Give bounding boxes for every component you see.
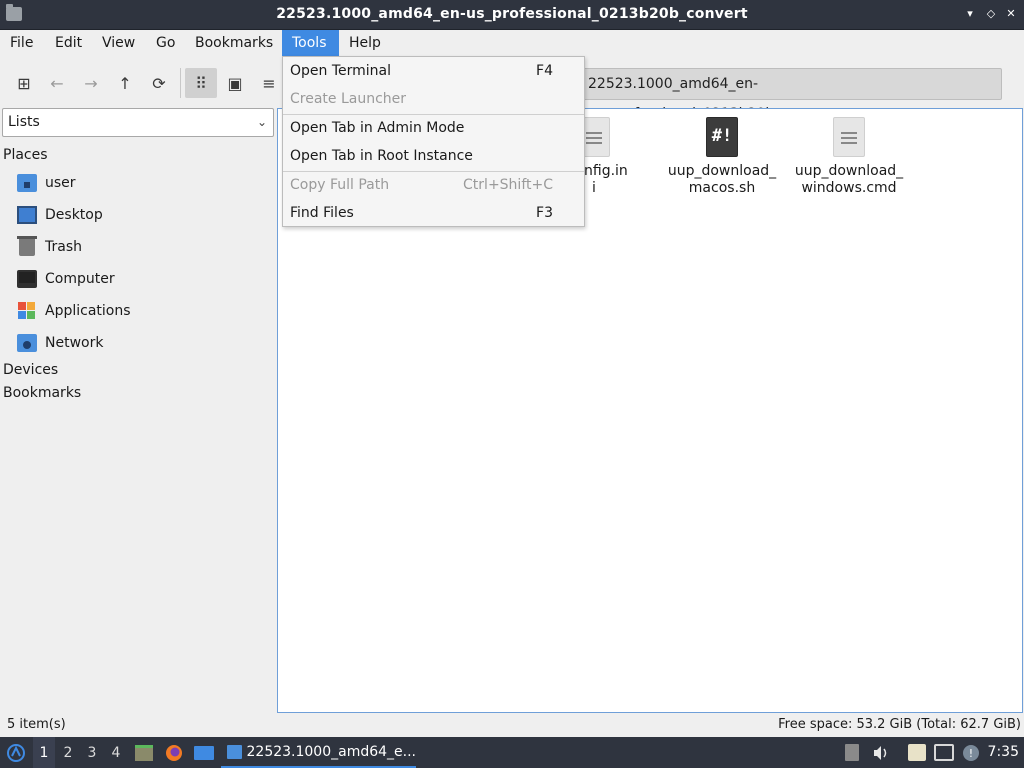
eject-icon[interactable] (845, 744, 859, 761)
side-pane-mode-label: Lists (8, 114, 40, 130)
file-manager-launcher-icon[interactable] (132, 737, 156, 768)
sidebar-item-applications[interactable]: Applications (17, 299, 131, 323)
reload-icon[interactable]: ⟳ (143, 68, 175, 98)
folder-icon (227, 744, 242, 759)
new-tab-icon[interactable]: ⊞ (8, 68, 40, 98)
sidebar-item-desktop[interactable]: Desktop (17, 203, 103, 227)
menu-bookmarks[interactable]: Bookmarks (185, 30, 283, 56)
sidebar-item-label: Desktop (45, 207, 103, 223)
menu-edit[interactable]: Edit (45, 30, 92, 56)
text-file-icon (833, 117, 865, 157)
file-name-line1: uup_download_ (667, 163, 777, 179)
computer-icon (17, 270, 37, 288)
menu-go[interactable]: Go (146, 30, 185, 56)
sidebar-item-label: Trash (45, 239, 82, 255)
menu-item-label: Open Tab in Admin Mode (290, 120, 465, 136)
sidebar-item-label: Applications (45, 303, 131, 319)
free-space: Free space: 53.2 GiB (Total: 62.7 GiB) (778, 717, 1021, 732)
list-view-icon[interactable]: ≡ (253, 68, 285, 98)
menu-item-accel: F4 (536, 63, 553, 79)
sidebar-item-label: user (45, 175, 76, 191)
clipboard-icon[interactable] (908, 744, 926, 761)
sidebar-item-network[interactable]: Network (17, 331, 103, 355)
maximize-button[interactable]: ◇ (983, 6, 999, 22)
menu-item-open-tab-admin[interactable]: Open Tab in Admin Mode (283, 114, 584, 142)
notification-icon[interactable]: ! (960, 737, 982, 768)
network-icon (17, 334, 37, 352)
close-button[interactable]: ✕ (1003, 6, 1019, 22)
menu-item-copy-full-path[interactable]: Copy Full Path Ctrl+Shift+C (283, 171, 584, 199)
bookmarks-header[interactable]: Bookmarks (3, 385, 81, 401)
sidebar-item-label: Network (45, 335, 104, 351)
menu-item-find-files[interactable]: Find Files F3 (283, 199, 584, 227)
file-name-line2: macos.sh (688, 180, 756, 196)
file-item[interactable]: #! uup_download_ macos.sh (662, 117, 782, 197)
menu-item-label: Create Launcher (290, 91, 407, 107)
tools-menu: Open Terminal F4 Create Launcher Open Ta… (282, 56, 585, 227)
menu-view[interactable]: View (92, 30, 145, 56)
menu-item-label: Copy Full Path (290, 177, 390, 193)
places-header[interactable]: Places (3, 147, 48, 163)
sidebar-item-label: Computer (45, 271, 115, 287)
forward-icon[interactable]: → (75, 68, 107, 98)
toolbar-separator (180, 68, 181, 98)
menu-tools[interactable]: Tools (282, 30, 339, 56)
trash-icon (17, 236, 37, 256)
network-status-icon[interactable] (934, 744, 954, 761)
start-menu-icon[interactable] (4, 737, 28, 768)
chevron-down-icon: ⌄ (256, 115, 267, 129)
taskbar: 1 2 3 4 22523.1000_amd64_e... ! 7:35 (0, 737, 1024, 768)
file-name-line2: windows.cmd (801, 180, 897, 196)
icon-view-icon[interactable]: ⠿ (185, 68, 217, 98)
side-pane-mode-select[interactable]: Lists ⌄ (2, 108, 274, 137)
menu-item-accel: F3 (536, 205, 553, 221)
menu-item-accel: Ctrl+Shift+C (463, 177, 553, 193)
menu-item-label: Open Tab in Root Instance (290, 148, 473, 164)
menu-item-open-terminal[interactable]: Open Terminal F4 (283, 57, 584, 85)
volume-icon[interactable] (870, 737, 892, 768)
thumbnail-view-icon[interactable]: ▣ (219, 68, 251, 98)
taskbar-window-button[interactable]: 22523.1000_amd64_e... (221, 737, 416, 768)
svg-text:!: ! (969, 747, 973, 760)
window-titlebar: 22523.1000_amd64_en-us_professional_0213… (0, 0, 1024, 30)
devices-header[interactable]: Devices (3, 362, 58, 378)
home-folder-icon (17, 174, 37, 192)
status-bar: 5 item(s) Free space: 53.2 GiB (Total: 6… (0, 713, 1024, 737)
taskbar-window-title: 22523.1000_amd64_e... (246, 743, 417, 760)
applications-icon (17, 302, 37, 320)
menu-item-label: Find Files (290, 205, 354, 221)
firefox-launcher-icon[interactable] (162, 737, 186, 768)
file-item[interactable]: uup_download_ windows.cmd (789, 117, 909, 197)
menu-item-open-tab-root[interactable]: Open Tab in Root Instance (283, 142, 584, 170)
workspace-3[interactable]: 3 (81, 737, 103, 768)
path-button[interactable]: 22523.1000_amd64_en-us_professional_0213… (577, 68, 1002, 122)
script-file-icon: #! (706, 117, 738, 157)
sidebar-item-computer[interactable]: Computer (17, 267, 115, 291)
sidebar-item-user[interactable]: user (17, 171, 76, 195)
workspace-4[interactable]: 4 (105, 737, 127, 768)
menu-item-create-launcher[interactable]: Create Launcher (283, 85, 584, 113)
show-desktop-icon[interactable] (192, 737, 216, 768)
clock[interactable]: 7:35 (988, 737, 1019, 768)
workspace-2[interactable]: 2 (57, 737, 79, 768)
side-pane: Lists ⌄ Places user Desktop Trash Comput… (0, 108, 277, 713)
menu-bar: File Edit View Go Bookmarks Tools Help (0, 30, 1024, 56)
minimize-button[interactable]: ▾ (962, 6, 978, 22)
desktop-icon (17, 206, 37, 224)
menu-item-label: Open Terminal (290, 63, 392, 79)
workspace-1[interactable]: 1 (33, 737, 55, 768)
menu-file[interactable]: File (0, 30, 43, 56)
sidebar-item-trash[interactable]: Trash (17, 235, 82, 259)
items-count: 5 item(s) (7, 717, 66, 732)
file-name-line1: uup_download_ (794, 163, 904, 179)
up-icon[interactable]: ↑ (109, 68, 141, 98)
menu-help[interactable]: Help (339, 30, 391, 56)
back-icon[interactable]: ← (41, 68, 73, 98)
window-title: 22523.1000_amd64_en-us_professional_0213… (276, 6, 748, 22)
